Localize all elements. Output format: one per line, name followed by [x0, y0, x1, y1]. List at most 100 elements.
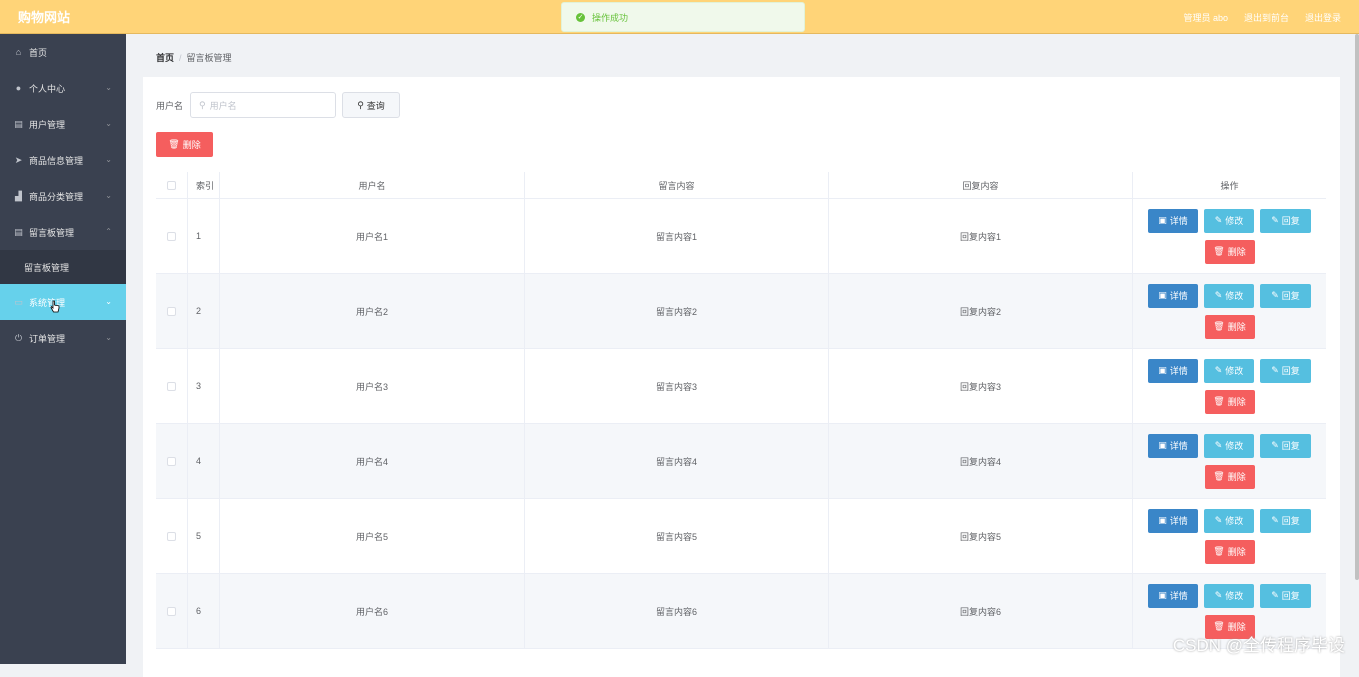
reply-button[interactable]: ✎回复: [1260, 584, 1311, 608]
chevron-up-icon: ⌃: [105, 227, 112, 236]
document-icon: ▣: [1158, 515, 1167, 526]
row-user: 用户名5: [220, 499, 525, 573]
edit-button[interactable]: ✎修改: [1204, 434, 1254, 458]
pencil-icon: ✎: [1215, 590, 1223, 601]
edit-button[interactable]: ✎修改: [1204, 209, 1254, 233]
check-circle-icon: ✓: [576, 13, 585, 22]
edit-button[interactable]: ✎修改: [1204, 284, 1254, 308]
detail-label: 详情: [1170, 289, 1188, 302]
logout-link[interactable]: 退出登录: [1305, 11, 1341, 24]
row-reply: 回复内容6: [829, 574, 1133, 648]
detail-button[interactable]: ▣详情: [1148, 509, 1198, 533]
row-checkbox[interactable]: [167, 232, 176, 241]
sidebar-item-label: 商品信息管理: [29, 154, 83, 167]
sidebar-item-messages[interactable]: ▤ 留言板管理 ⌃: [0, 214, 126, 250]
message-table: 索引 用户名 留言内容 回复内容 操作 1 用户名1 留言内容1 回复内容1 ▣…: [156, 172, 1326, 649]
detail-button[interactable]: ▣详情: [1148, 284, 1198, 308]
row-index: 2: [188, 274, 220, 348]
reply-label: 回复: [1282, 589, 1300, 602]
main-content: 首页/留言板管理 用户名 ⚲ 用户名 ⚲ 查询 🗑 删除 索引 用户名 留言内容…: [126, 34, 1359, 664]
edit-label: 修改: [1225, 364, 1243, 377]
row-message: 留言内容1: [525, 199, 829, 273]
search-icon: ⚲: [199, 100, 206, 111]
reply-button[interactable]: ✎回复: [1260, 209, 1311, 233]
top-links: 管理员 abo 退出到前台 退出登录: [1183, 0, 1341, 34]
delete-label: 删除: [1228, 320, 1246, 333]
detail-label: 详情: [1170, 439, 1188, 452]
sidebar-subitem-messages[interactable]: 留言板管理: [0, 250, 126, 284]
sidebar-item-users[interactable]: ▤ 用户管理 ⌄: [0, 106, 126, 142]
document-icon: ▣: [1158, 365, 1167, 376]
delete-button[interactable]: 🗑删除: [1205, 390, 1255, 414]
content-card: 用户名 ⚲ 用户名 ⚲ 查询 🗑 删除 索引 用户名 留言内容 回复内容 操作 …: [143, 77, 1340, 677]
table-row: 5 用户名5 留言内容5 回复内容5 ▣详情 ✎修改 ✎回复 🗑删除: [156, 499, 1326, 574]
row-message: 留言内容2: [525, 274, 829, 348]
pencil-icon: ✎: [1271, 290, 1279, 301]
select-all-checkbox[interactable]: [167, 181, 176, 190]
edit-label: 修改: [1225, 214, 1243, 227]
chat-icon: ▭: [14, 298, 23, 307]
row-checkbox[interactable]: [167, 607, 176, 616]
sidebar-item-profile[interactable]: ● 个人中心 ⌄: [0, 70, 126, 106]
row-checkbox-cell: [156, 274, 188, 348]
delete-button[interactable]: 🗑删除: [1205, 465, 1255, 489]
table-row: 4 用户名4 留言内容4 回复内容4 ▣详情 ✎修改 ✎回复 🗑删除: [156, 424, 1326, 499]
bulk-delete-button[interactable]: 🗑 删除: [156, 132, 213, 157]
row-checkbox[interactable]: [167, 307, 176, 316]
sidebar-item-categories[interactable]: ▟ 商品分类管理 ⌄: [0, 178, 126, 214]
reply-button[interactable]: ✎回复: [1260, 359, 1311, 383]
delete-button[interactable]: 🗑删除: [1205, 240, 1255, 264]
row-user: 用户名1: [220, 199, 525, 273]
edit-button[interactable]: ✎修改: [1204, 584, 1254, 608]
delete-button[interactable]: 🗑删除: [1205, 540, 1255, 564]
sidebar-item-label: 留言板管理: [24, 261, 69, 274]
reply-label: 回复: [1282, 214, 1300, 227]
pencil-icon: ✎: [1271, 215, 1279, 226]
detail-button[interactable]: ▣详情: [1148, 434, 1198, 458]
detail-label: 详情: [1170, 364, 1188, 377]
query-button[interactable]: ⚲ 查询: [342, 92, 400, 118]
hand-cursor-icon: [50, 300, 60, 314]
breadcrumb-home[interactable]: 首页: [156, 53, 174, 63]
pencil-icon: ✎: [1215, 290, 1223, 301]
row-checkbox[interactable]: [167, 457, 176, 466]
detail-button[interactable]: ▣详情: [1148, 209, 1198, 233]
sidebar-item-products[interactable]: ➤ 商品信息管理 ⌄: [0, 142, 126, 178]
detail-label: 详情: [1170, 589, 1188, 602]
front-link[interactable]: 退出到前台: [1244, 11, 1289, 24]
breadcrumb-current: 留言板管理: [187, 53, 232, 63]
row-index: 5: [188, 499, 220, 573]
row-actions: ▣详情 ✎修改 ✎回复 🗑删除: [1133, 499, 1326, 573]
sidebar: ⌂ 首页 ● 个人中心 ⌄ ▤ 用户管理 ⌄ ➤ 商品信息管理 ⌄ ▟ 商品分类…: [0, 34, 126, 664]
brand-title: 购物网站: [0, 7, 126, 26]
sidebar-item-orders[interactable]: ⏻ 订单管理 ⌄: [0, 320, 126, 356]
delete-button[interactable]: 🗑 删除: [1205, 315, 1255, 339]
edit-button[interactable]: ✎修改: [1204, 359, 1254, 383]
row-checkbox[interactable]: [167, 532, 176, 541]
edit-label: 修改: [1225, 289, 1243, 302]
pencil-icon: ✎: [1215, 440, 1223, 451]
top-bar: 购物网站 ✓ 操作成功 管理员 abo 退出到前台 退出登录: [0, 0, 1359, 34]
reply-label: 回复: [1282, 514, 1300, 527]
detail-button[interactable]: ▣详情: [1148, 584, 1198, 608]
detail-label: 详情: [1170, 514, 1188, 527]
chevron-down-icon: ⌄: [105, 119, 112, 128]
reply-button[interactable]: ✎回复: [1260, 434, 1311, 458]
trash-icon: 🗑: [1213, 321, 1224, 332]
reply-label: 回复: [1282, 289, 1300, 302]
row-checkbox[interactable]: [167, 382, 176, 391]
sidebar-item-system[interactable]: ▭ 系统管理 ⌄: [0, 284, 126, 320]
pencil-icon: ✎: [1271, 515, 1279, 526]
detail-button[interactable]: ▣详情: [1148, 359, 1198, 383]
reply-button[interactable]: ✎回复: [1260, 509, 1311, 533]
table-header: 索引 用户名 留言内容 回复内容 操作: [156, 172, 1326, 199]
search-input[interactable]: ⚲ 用户名: [190, 92, 336, 118]
clipboard-icon: ▤: [14, 120, 23, 129]
sidebar-item-home[interactable]: ⌂ 首页: [0, 34, 126, 70]
scrollbar[interactable]: [1355, 34, 1359, 580]
reply-button[interactable]: ✎回复: [1260, 284, 1311, 308]
bulk-delete-label: 删除: [183, 138, 201, 151]
document-icon: ▣: [1158, 290, 1167, 301]
query-button-label: 查询: [367, 99, 385, 112]
edit-button[interactable]: ✎修改: [1204, 509, 1254, 533]
